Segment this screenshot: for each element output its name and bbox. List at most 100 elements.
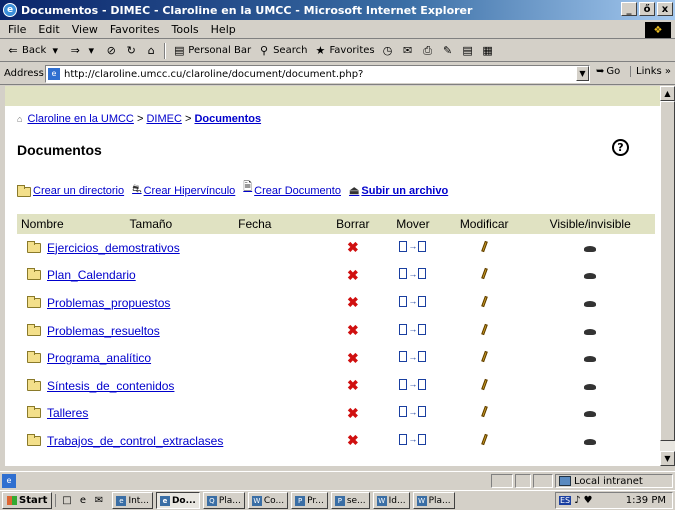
eye-icon[interactable] [584,411,597,418]
folder-link[interactable]: Ejercicios_demostrativos [47,241,180,255]
visible-cell [525,289,655,317]
scroll-thumb[interactable] [660,101,675,441]
menu-edit[interactable]: Edit [38,23,59,36]
delete-icon[interactable]: ✖ [347,239,359,255]
print-icon[interactable]: ⎙ [421,44,435,58]
move-icon[interactable]: → [399,406,427,418]
stop-icon[interactable]: ⊘ [104,44,118,58]
eye-icon[interactable] [584,300,597,307]
breadcrumb-current[interactable]: Documentos [194,113,261,125]
move-icon[interactable]: → [399,295,427,307]
edit-icon[interactable]: ✎ [441,44,455,58]
folder-link[interactable]: Talleres [47,406,88,420]
address-dropdown-button[interactable]: ▼ [576,66,589,81]
delete-icon[interactable]: ✖ [347,294,359,310]
ie-launch-icon[interactable]: e [76,494,89,507]
eye-icon[interactable] [584,328,597,335]
go-button[interactable]: ➥ Go [596,66,620,77]
start-button[interactable]: Start [2,492,53,509]
move-icon[interactable]: → [399,240,427,252]
move-icon[interactable]: → [399,351,427,363]
folder-link[interactable]: Programa_analítico [47,351,151,365]
address-input[interactable]: e http://claroline.umcc.cu/claroline/doc… [45,65,590,83]
pencil-icon[interactable] [480,323,488,335]
pencil-icon[interactable] [480,268,488,280]
close-button[interactable]: x [657,2,673,16]
home-icon[interactable]: ⌂ [144,44,158,58]
eye-icon[interactable] [584,438,597,445]
upload-file-link[interactable]: ⏏ Subir un archivo [349,184,448,197]
folder-link[interactable]: Trabajos_de_control_extraclases [47,434,223,448]
taskbar-button[interactable]: W Co... [247,492,289,509]
delete-icon[interactable]: ✖ [347,405,359,421]
move-icon[interactable]: → [399,433,427,445]
back-button[interactable]: ⇐ Back ▾ [6,44,62,58]
pencil-icon[interactable] [480,295,488,308]
delete-icon[interactable]: ✖ [347,350,359,366]
taskbar-button[interactable]: W Pla... [412,492,455,509]
mail-icon[interactable]: ✉ [401,44,415,58]
pencil-icon[interactable] [480,433,488,446]
links-button[interactable]: Links » [630,66,671,77]
menu-tools[interactable]: Tools [172,23,199,36]
outlook-launch-icon[interactable]: ✉ [92,494,105,507]
show-desktop-icon[interactable]: □ [60,494,73,507]
pencil-icon[interactable] [480,240,488,252]
taskbar-button[interactable]: W Id... [372,492,410,509]
breadcrumb-home-link[interactable]: Claroline en la UMCC [28,113,134,125]
minimize-button[interactable]: _ [621,2,637,16]
taskbar-button[interactable]: e Int... [112,492,153,509]
search-button[interactable]: ⚲ Search [257,44,307,58]
create-directory-link[interactable]: Crear un directorio [17,185,124,197]
help-icon[interactable]: ? [612,139,629,156]
volume-icon[interactable]: ♪ [574,495,580,506]
eye-icon[interactable] [584,273,597,280]
discuss-icon[interactable]: ▤ [461,44,475,58]
vertical-scrollbar[interactable]: ▲ ▼ [660,86,675,466]
delete-icon[interactable]: ✖ [347,322,359,338]
refresh-icon[interactable]: ↻ [124,44,138,58]
move-icon[interactable]: → [399,323,427,335]
move-icon[interactable]: → [399,378,427,390]
folder-link[interactable]: Problemas_propuestos [47,296,170,310]
pencil-icon[interactable] [480,350,488,363]
delete-icon[interactable]: ✖ [347,267,359,283]
language-indicator[interactable]: ES [559,496,572,505]
pencil-icon[interactable] [480,406,488,418]
menu-file[interactable]: File [8,23,26,36]
create-document-link[interactable]: 🗎 Crear Documento [243,178,341,197]
taskbar-button[interactable]: Pse... [330,492,370,509]
menu-view[interactable]: View [72,23,98,36]
create-hyperlink-link[interactable]: ⛐ Crear Hipervínculo [132,183,235,197]
eye-icon[interactable] [584,383,597,390]
clock[interactable]: 1:39 PM [626,495,666,506]
documents-table: Nombre Tamaño Fecha Borrar Mover Modific… [17,214,655,455]
taskbar-button[interactable]: Q Pla... [202,492,245,509]
history-icon[interactable]: ◷ [381,44,395,58]
taskbar-button[interactable]: P Pr... [291,492,328,509]
modify-cell [443,400,525,428]
folder-link[interactable]: Plan_Calendario [47,268,136,282]
messenger-icon[interactable]: ▦ [481,44,495,58]
personal-bar-button[interactable]: ▤ Personal Bar [172,44,251,58]
taskbar-button-active[interactable]: e Do... [155,492,200,509]
restore-button[interactable]: ő [639,2,655,16]
breadcrumb-course-link[interactable]: DIMEC [146,113,181,125]
forward-button[interactable]: ⇒ ▾ [68,44,98,58]
eye-icon[interactable] [584,356,597,363]
folder-link[interactable]: Síntesis_de_contenidos [47,379,174,393]
breadcrumb-separator: > [136,113,144,125]
move-icon[interactable]: → [399,268,427,280]
menu-help[interactable]: Help [211,23,236,36]
header-modify: Modificar [442,214,526,234]
scroll-up-button[interactable]: ▲ [660,86,675,101]
delete-icon[interactable]: ✖ [347,432,359,448]
pencil-icon[interactable] [480,378,488,390]
menu-favorites[interactable]: Favorites [110,23,160,36]
scroll-down-button[interactable]: ▼ [660,451,675,466]
delete-icon[interactable]: ✖ [347,377,359,393]
network-icon[interactable]: ♥ [584,495,593,506]
eye-icon[interactable] [584,245,597,252]
favorites-button[interactable]: ★ Favorites [313,44,375,58]
folder-link[interactable]: Problemas_resueltos [47,324,160,338]
